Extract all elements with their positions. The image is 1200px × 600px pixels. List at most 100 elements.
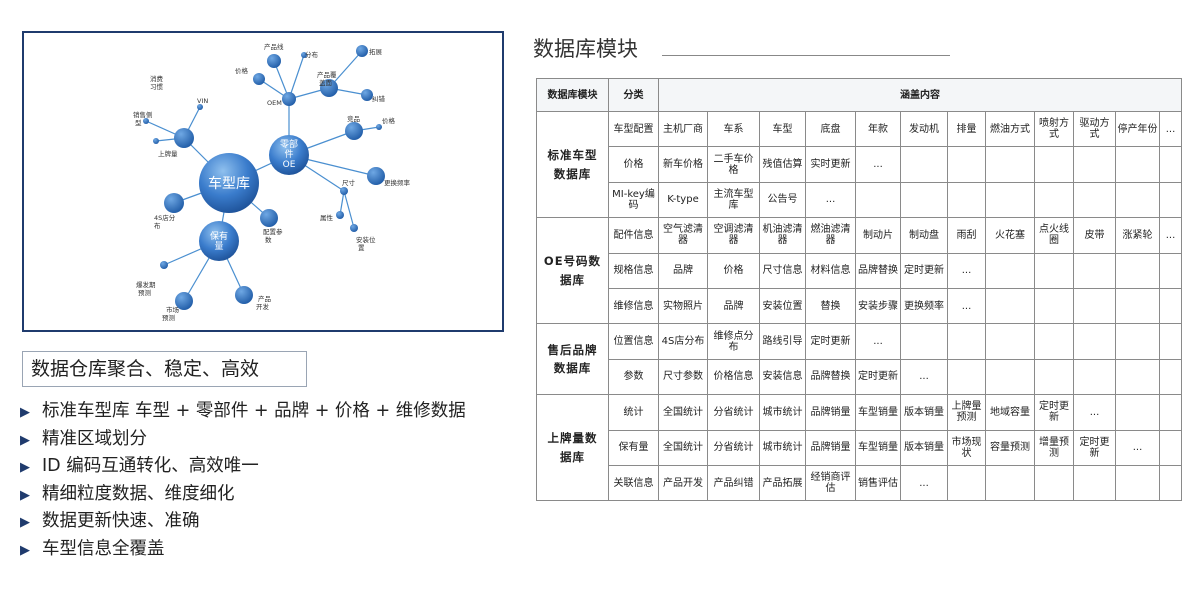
node-4s-store bbox=[164, 193, 184, 213]
content-cell bbox=[1115, 287, 1160, 325]
content-cell bbox=[1158, 181, 1183, 219]
category-cell: 配件信息 bbox=[608, 217, 659, 254]
node-consume-habit bbox=[153, 138, 159, 144]
node-product-dev bbox=[235, 286, 253, 304]
content-cell bbox=[1034, 181, 1074, 219]
category-cell: 规格信息 bbox=[608, 252, 659, 289]
content-cell: 更换频率 bbox=[900, 287, 948, 325]
label-replace-freq: 更换频率 bbox=[384, 178, 411, 187]
module-name-line: 数据库 bbox=[553, 361, 592, 376]
hub-label-car-model: 车型库 bbox=[208, 175, 250, 192]
node-size bbox=[340, 187, 348, 195]
feature-text: ID 编码互通转化、高效唯一 bbox=[42, 456, 259, 476]
content-cell: 空调滤清器 bbox=[707, 217, 760, 254]
hub-label-parts-1: 零部 bbox=[280, 138, 298, 150]
content-cell: 替换 bbox=[805, 287, 856, 325]
content-cell: 制动片 bbox=[855, 217, 901, 254]
content-cell: 主流车型库 bbox=[707, 181, 760, 219]
content-cell bbox=[985, 358, 1035, 396]
feature-text: 车型信息全覆盖 bbox=[42, 538, 165, 559]
feature-text: 标准车型库 车型 + 零部件 + 品牌 + 价格 + 维修数据 bbox=[42, 401, 466, 421]
content-cell: 停产年份 bbox=[1115, 110, 1160, 148]
content-cell: ... bbox=[1158, 217, 1183, 254]
content-cell: 主机厂商 bbox=[658, 110, 708, 148]
node-expand bbox=[356, 45, 368, 57]
label-product-cover-1: 产品覆 bbox=[317, 70, 337, 79]
header-category: 分类 bbox=[608, 78, 659, 112]
content-cell bbox=[1115, 394, 1160, 431]
module-name-line: 上牌量数 bbox=[547, 431, 598, 446]
content-cell: 喷射方式 bbox=[1034, 110, 1074, 148]
label-sales-forecast-2: 型 bbox=[135, 118, 142, 127]
content-cell: 维修点分布 bbox=[707, 323, 760, 360]
content-cell: 容量预测 bbox=[985, 429, 1035, 466]
triangle-bullet-icon: ▶ bbox=[20, 487, 30, 503]
label-outbreak-1: 爆发期 bbox=[136, 280, 156, 289]
content-cell: ... bbox=[805, 181, 856, 219]
content-cell bbox=[947, 146, 986, 183]
content-cell bbox=[1073, 464, 1116, 502]
content-cell: 燃油滤清器 bbox=[805, 217, 856, 254]
content-cell bbox=[855, 181, 901, 219]
content-cell bbox=[1034, 464, 1074, 502]
content-cell: 点火线圈 bbox=[1034, 217, 1074, 254]
category-cell: 关联信息 bbox=[608, 464, 659, 502]
content-cell bbox=[947, 358, 986, 396]
content-cell: 公告号 bbox=[759, 181, 806, 219]
content-cell: 上牌量预测 bbox=[947, 394, 986, 431]
content-cell: 城市统计 bbox=[759, 429, 806, 466]
content-cell bbox=[900, 181, 948, 219]
content-cell: 年款 bbox=[855, 110, 901, 148]
node-competitor bbox=[345, 122, 363, 140]
module-name-line: 售后品牌 bbox=[547, 342, 598, 357]
module-name-line: 数据库 bbox=[553, 166, 592, 181]
feature-text: 数据更新快速、准确 bbox=[42, 511, 200, 531]
content-cell: 残值估算 bbox=[759, 146, 806, 183]
content-cell: 尺寸参数 bbox=[658, 358, 708, 396]
category-cell: 参数 bbox=[608, 358, 659, 396]
content-cell: ... bbox=[855, 323, 901, 360]
content-cell: 尺寸信息 bbox=[759, 252, 806, 289]
content-cell bbox=[1158, 464, 1183, 502]
module-name-line: 标准车型 bbox=[547, 148, 598, 163]
label-config-1: 配置参 bbox=[263, 227, 283, 236]
feature-text: 精准区域划分 bbox=[42, 428, 147, 449]
content-cell: 机油滤清器 bbox=[759, 217, 806, 254]
content-cell bbox=[1115, 252, 1160, 289]
content-cell: 皮带 bbox=[1073, 217, 1116, 254]
content-cell: 底盘 bbox=[805, 110, 856, 148]
content-cell bbox=[985, 287, 1035, 325]
content-cell: ... bbox=[1115, 429, 1160, 466]
content-cell bbox=[1073, 146, 1116, 183]
triangle-bullet-icon: ▶ bbox=[20, 542, 30, 558]
label-4s-2: 布 bbox=[154, 221, 161, 230]
node-registration bbox=[174, 128, 194, 148]
category-cell: 维修信息 bbox=[608, 287, 659, 325]
content-cell: K-type bbox=[658, 181, 708, 219]
content-cell: 空气滤清器 bbox=[658, 217, 708, 254]
diagram-labels: 车型库 零部 件 OE 保有 量 产品线 分布 价格 拓展 产品覆 盖面 OEM… bbox=[133, 42, 411, 322]
content-cell: 车型销量 bbox=[855, 429, 901, 466]
content-cell bbox=[1034, 252, 1074, 289]
content-cell: 定时更新 bbox=[805, 323, 856, 360]
content-cell: 版本销量 bbox=[900, 429, 948, 466]
content-cell bbox=[1115, 323, 1160, 360]
content-cell bbox=[1158, 252, 1183, 289]
table-row: 关联信息 产品开发 产品纠错 产品拓展 经销商评估 销售评估... bbox=[537, 464, 1183, 502]
hub-label-parts-3: OE bbox=[283, 160, 296, 170]
content-cell: 实物照片 bbox=[658, 287, 708, 325]
feature-item: ▶ ID 编码互通转化、高效唯一 bbox=[20, 453, 520, 481]
node-product-line bbox=[267, 54, 281, 68]
content-cell: 发动机 bbox=[900, 110, 948, 148]
label-sales-forecast-1: 销售侧 bbox=[133, 110, 153, 119]
content-cell bbox=[985, 146, 1035, 183]
table-row: 参数 尺寸参数 价格信息 安装信息 品牌替换 定时更新... bbox=[537, 358, 1183, 396]
table-row: OE号码数 据库 配件信息 空气滤清器 空调滤清器 机油滤清器 燃油滤清器 制动片 制动盘 雨刮火… bbox=[536, 217, 1183, 325]
content-cell: 品牌 bbox=[658, 252, 708, 289]
label-size: 尺寸 bbox=[342, 178, 356, 187]
database-modules-table: 数据库模块 分类 涵盖内容 标准车型 数据库 车型配置 主机厂商 车系 车型 底盘 年款 发动机… bbox=[536, 78, 1183, 502]
content-cell: ... bbox=[1073, 394, 1116, 431]
node-oem bbox=[282, 92, 296, 106]
content-cell: 安装信息 bbox=[759, 358, 806, 396]
label-registration: 上牌量 bbox=[158, 149, 178, 158]
